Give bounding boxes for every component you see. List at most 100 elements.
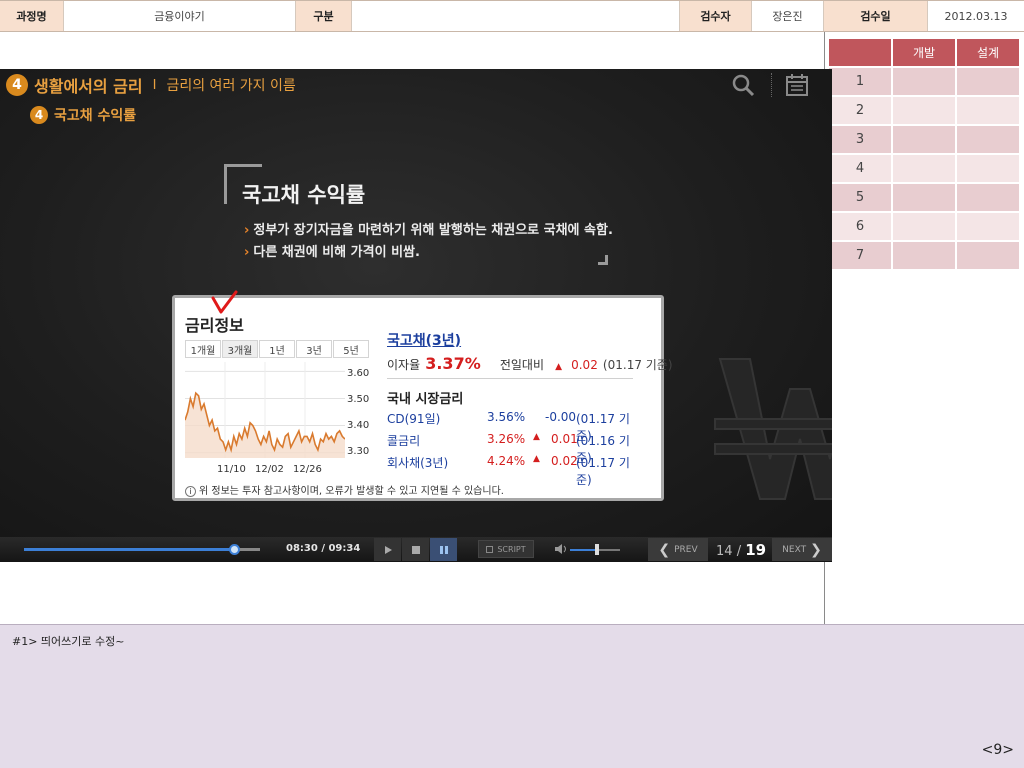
won-symbol-icon: [714, 358, 832, 500]
design-cell[interactable]: [957, 242, 1019, 269]
row-number: 7: [829, 242, 891, 269]
market-rate: 3.26%: [487, 432, 526, 446]
progress-bar[interactable]: [24, 548, 234, 551]
date-label: 검수일: [824, 1, 928, 31]
course-value: 금융이야기: [64, 1, 296, 31]
review-row: 3: [828, 125, 1020, 154]
design-cell[interactable]: [957, 184, 1019, 211]
section-title: 금리의 여러 가지 이름: [166, 78, 296, 94]
up-arrow-icon: ▲: [533, 432, 540, 442]
market-title: 국내 시장금리: [387, 392, 464, 407]
rate-label: 이자율: [387, 358, 421, 372]
market-change: 0.02: [551, 454, 578, 468]
y-tick-label: 3.60: [347, 368, 370, 379]
subsection-badge: 4: [30, 106, 48, 124]
stop-button[interactable]: [402, 538, 429, 561]
rate-line-chart: [185, 362, 345, 458]
tab-1y[interactable]: 1년: [259, 340, 295, 358]
bullet-mark: ›: [244, 245, 250, 260]
script-toggle[interactable]: SCRIPT: [478, 540, 534, 558]
row-number: 2: [829, 97, 891, 124]
subsection-title: 국고채 수익률: [54, 108, 137, 124]
play-icon: [384, 545, 392, 554]
bullet-text: 정부가 장기자금을 마련하기 위해 발행하는 채권으로 국채에 속함.: [253, 223, 613, 238]
search-icon[interactable]: [728, 71, 758, 99]
review-row: 7: [828, 241, 1020, 270]
market-rate: 3.56%: [487, 410, 526, 424]
disclaimer: i위 정보는 투자 참고사항이며, 오류가 발생할 수 있고 지연될 수 있습니…: [185, 482, 504, 497]
x-tick-label: 12/26: [293, 464, 322, 475]
next-button[interactable]: NEXT ❯: [772, 538, 832, 561]
header-cell-dev: 개발: [893, 39, 955, 66]
bond-link[interactable]: 국고채(3년): [387, 333, 461, 349]
volume-icon[interactable]: [554, 543, 568, 555]
play-button[interactable]: [374, 538, 401, 561]
review-page: { "header": { "course_label": "과정명", "co…: [0, 0, 1024, 768]
chevron-right-icon: ❯: [810, 541, 822, 558]
dev-cell[interactable]: [893, 213, 955, 240]
dev-cell[interactable]: [893, 97, 955, 124]
comment-panel[interactable]: #1> 띄어쓰기로 수정~ <9>: [0, 624, 1024, 768]
market-row: 회사채(3년) 4.24% ▲ 0.02 (01.17 기준): [387, 454, 637, 487]
review-check-mark: [211, 290, 238, 314]
tab-3m[interactable]: 3개월: [222, 340, 258, 358]
row-number: 5: [829, 184, 891, 211]
slide-heading: 국고채 수익률: [242, 183, 366, 207]
bullet-mark: ›: [244, 223, 250, 238]
rate-row: 이자율 3.37% 전일대비 ▲ 0.02 (01.17 기준): [387, 354, 673, 373]
page-number: <9>: [981, 742, 1014, 758]
bond-link-row: 국고채(3년): [387, 330, 461, 350]
design-cell[interactable]: [957, 155, 1019, 182]
page-separator: /: [736, 544, 742, 559]
rate-value: 3.37%: [425, 354, 481, 373]
tab-5y[interactable]: 5년: [333, 340, 369, 358]
review-row: 5: [828, 183, 1020, 212]
chapter-title: 생활에서의 금리: [34, 77, 143, 96]
reviewer-label: 검수자: [680, 1, 752, 31]
breadcrumb: 4 생활에서의 금리 I 금리의 여러 가지 이름: [6, 73, 296, 97]
category-label: 구분: [296, 1, 352, 31]
market-name: CD(91일): [387, 412, 441, 426]
up-arrow-icon: ▲: [533, 454, 540, 464]
page-current: 14: [716, 544, 733, 559]
tab-3y[interactable]: 3년: [296, 340, 332, 358]
change-value: 0.02: [571, 358, 598, 372]
bullet-item: › 정부가 장기자금을 마련하기 위해 발행하는 채권으로 국채에 속함.: [244, 219, 613, 238]
x-tick-label: 11/10: [217, 464, 246, 475]
dev-cell[interactable]: [893, 68, 955, 95]
dev-cell[interactable]: [893, 242, 955, 269]
dev-cell[interactable]: [893, 184, 955, 211]
pause-icon: [439, 545, 448, 554]
market-date: (01.17 기준): [576, 456, 630, 487]
progress-handle[interactable]: [229, 544, 240, 555]
period-tabs: 1개월 3개월 1년 3년 5년: [185, 340, 370, 358]
toolbar-divider: [771, 73, 772, 97]
market-name: 콜금리: [387, 434, 421, 448]
y-tick-label: 3.40: [347, 420, 370, 431]
volume-handle[interactable]: [595, 544, 599, 555]
bracket-decoration: [598, 255, 608, 265]
divider: [387, 378, 633, 379]
tab-1m[interactable]: 1개월: [185, 340, 221, 358]
dev-cell[interactable]: [893, 126, 955, 153]
stop-icon: [411, 545, 420, 554]
y-tick-label: 3.30: [347, 446, 370, 457]
bullet-item: › 다른 채권에 비해 가격이 비쌈.: [244, 241, 420, 260]
design-cell[interactable]: [957, 126, 1019, 153]
reviewer-value: 장은진: [752, 1, 824, 31]
chevron-left-icon: ❮: [658, 541, 671, 558]
market-row: CD(91일) 3.56% -0.00 (01.17 기준): [387, 410, 637, 443]
script-label: SCRIPT: [497, 544, 526, 554]
prev-button[interactable]: ❮ PREV: [648, 538, 708, 561]
page-total: 19: [745, 541, 767, 559]
market-title-row: 국내 시장금리: [387, 388, 463, 407]
chapter-badge: 4: [6, 74, 28, 96]
memo-icon[interactable]: [782, 71, 812, 99]
design-cell[interactable]: [957, 97, 1019, 124]
design-cell[interactable]: [957, 213, 1019, 240]
dev-cell[interactable]: [893, 155, 955, 182]
prev-label: PREV: [674, 544, 698, 555]
pause-button[interactable]: [430, 538, 457, 561]
design-cell[interactable]: [957, 68, 1019, 95]
comment-text: #1> 띄어쓰기로 수정~: [12, 635, 125, 648]
